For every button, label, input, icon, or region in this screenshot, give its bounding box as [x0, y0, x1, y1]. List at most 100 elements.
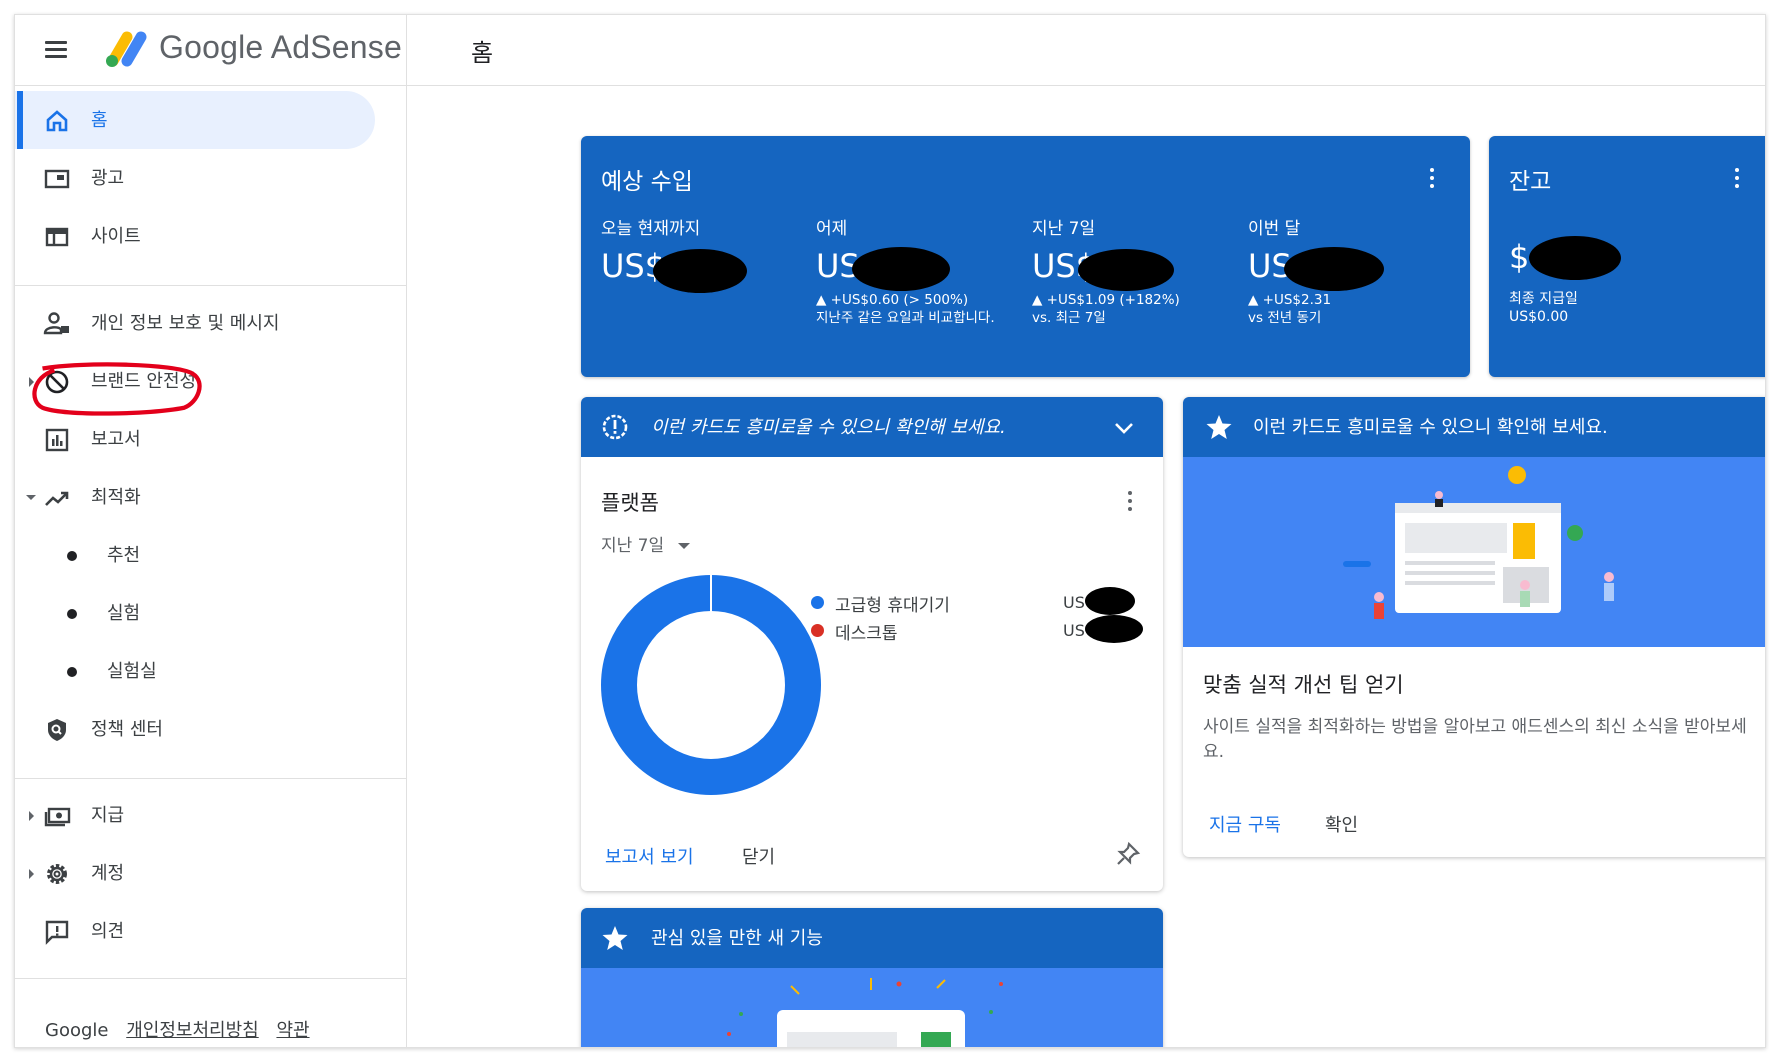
legend-desktop: 데스크톱: [811, 619, 898, 644]
sidebar-footer: Google 개인정보처리방침 약관: [45, 1016, 322, 1042]
platform-card-header-text: 이런 카드도 흥미로울 수 있으니 확인해 보세요.: [651, 417, 1006, 438]
date-range-dropdown[interactable]: 지난 7일: [601, 531, 690, 556]
legend-value-mobile: US: [1063, 587, 1135, 615]
pin-icon[interactable]: [1115, 841, 1141, 867]
platform-title: 플랫폼: [601, 491, 659, 515]
bullet-icon: [67, 609, 77, 619]
balance-value: $: [1509, 236, 1621, 280]
redaction-mark: [1085, 587, 1135, 615]
estimated-earnings-card: 예상 수입 오늘 현재까지 US$ 어제 US ▲ +US$0.60 (> 50…: [581, 136, 1470, 377]
more-vert-icon[interactable]: [1126, 491, 1134, 513]
metric-last-7-days: 지난 7일 US$ ▲ +US$1.09 (+182%) vs. 최근 7일: [1032, 214, 1232, 327]
sidebar-item-policy-center[interactable]: 정책 센터: [15, 700, 375, 758]
sidebar-item-brand-safety[interactable]: 브랜드 안전성: [15, 352, 375, 410]
tips-illustration: [1183, 457, 1765, 647]
platform-card-header[interactable]: 이런 카드도 흥미로울 수 있으니 확인해 보세요.: [581, 397, 1163, 457]
sidebar-item-home[interactable]: 홈: [15, 91, 375, 149]
brand-name: Google AdSense: [159, 29, 402, 65]
sidebar-item-reports[interactable]: 보고서: [15, 410, 375, 468]
sidebar-item-labs[interactable]: 실험실: [15, 642, 375, 700]
sidebar-item-optimization[interactable]: 최적화: [15, 468, 375, 526]
legend-label: 데스크톱: [835, 624, 898, 644]
tips-body: 사이트 실적을 최적화하는 방법을 알아보고 애드센스의 최신 소식을 받아보세…: [1203, 717, 1747, 762]
view-report-button[interactable]: 보고서 보기: [605, 843, 694, 869]
header-divider: [406, 15, 407, 86]
features-card-header: 관심 있을 만한 새 기능: [581, 908, 1163, 968]
block-icon: [45, 370, 69, 394]
sites-icon: [45, 227, 69, 247]
platform-donut-chart: [601, 575, 821, 795]
confirm-button[interactable]: 확인: [1325, 811, 1358, 837]
sidebar-item-experiments[interactable]: 실험: [15, 584, 375, 642]
sidebar-divider: [15, 778, 407, 779]
features-illustration: [581, 968, 1163, 1047]
legend-mobile: 고급형 휴대기기: [811, 591, 950, 616]
sidebar-item-account[interactable]: 계정: [15, 844, 375, 902]
sidebar-item-label: 최적화: [91, 487, 141, 508]
metric-label: 오늘 현재까지: [601, 219, 701, 239]
close-button[interactable]: 닫기: [742, 843, 775, 869]
balance-title: 잔고: [1509, 169, 1552, 195]
sidebar-divider: [15, 285, 407, 286]
sidebar-item-payments[interactable]: 지급: [15, 786, 375, 844]
privacy-policy-link[interactable]: 개인정보처리방침: [126, 1020, 258, 1041]
terms-link[interactable]: 약관: [276, 1020, 309, 1041]
legend-label: 고급형 휴대기기: [835, 596, 950, 616]
chevron-right-icon: [29, 869, 34, 879]
sidebar-item-label: 개인 정보 보호 및 메시지: [91, 313, 280, 334]
metric-value: US$: [1032, 247, 1232, 291]
chevron-down-icon: [26, 495, 36, 500]
redaction-mark: [852, 247, 950, 291]
metric-change: ▲ +US$2.31 vs 전년 동기: [1248, 292, 1332, 326]
sidebar-item-label: 사이트: [91, 226, 141, 247]
metric-value: US: [816, 247, 1016, 291]
subscribe-button[interactable]: 지금 구독: [1209, 811, 1281, 837]
trending-up-icon: [45, 491, 69, 506]
redaction-mark: [1529, 236, 1621, 280]
chevron-right-icon: [29, 377, 34, 387]
info-alert-icon: [602, 414, 628, 440]
more-vert-icon[interactable]: [1733, 168, 1741, 190]
sidebar-item-privacy[interactable]: 개인 정보 보호 및 메시지: [15, 294, 375, 352]
redaction-mark: [653, 249, 747, 293]
new-features-card: 관심 있을 만한 새 기능: [581, 908, 1163, 1047]
reports-icon: [45, 428, 69, 452]
metric-change: ▲ +US$0.60 (> 500%) 지난주 같은 요일과 비교합니다.: [816, 292, 995, 326]
bullet-icon: [67, 551, 77, 561]
platform-card: 이런 카드도 흥미로울 수 있으니 확인해 보세요. 플랫폼 지난 7일 고급형…: [581, 397, 1163, 891]
performance-tips-card: 이런 카드도 흥미로울 수 있으니 확인해 보세요. 맞춤 실적 개선 팁 얻기…: [1183, 397, 1765, 857]
payments-icon: [44, 807, 71, 827]
metric-this-month: 이번 달 US ▲ +US$2.31 vs 전년 동기: [1248, 214, 1448, 327]
privacy-icon: [43, 312, 69, 335]
sidebar-item-label: 추천: [107, 545, 141, 566]
tips-title: 맞춤 실적 개선 팁 얻기: [1203, 673, 1404, 697]
metric-value: US: [1248, 247, 1448, 291]
sidebar-item-label: 실험실: [107, 661, 157, 682]
star-icon: [602, 926, 628, 950]
more-vert-icon[interactable]: [1428, 168, 1436, 190]
sidebar: 홈 광고 사이트 개인 정보 보호 및 메시지 브랜드 안전성 보고서 최적화: [15, 86, 407, 1047]
sidebar-item-feedback[interactable]: 의견: [15, 902, 375, 960]
sidebar-item-recommendations[interactable]: 추천: [15, 526, 375, 584]
sidebar-item-label: 실험: [107, 603, 141, 624]
legend-dot: [811, 624, 824, 637]
adsense-logo-icon: [106, 31, 147, 67]
metric-value: US$: [601, 247, 801, 293]
tips-card-header-text: 이런 카드도 흥미로울 수 있으니 확인해 보세요.: [1253, 417, 1608, 438]
menu-icon[interactable]: [45, 37, 69, 61]
chevron-down-icon[interactable]: [1113, 417, 1135, 439]
gear-icon: [47, 864, 67, 884]
sidebar-item-label: 계정: [91, 863, 125, 884]
policy-shield-icon: [48, 719, 66, 741]
tips-card-header: 이런 카드도 흥미로울 수 있으니 확인해 보세요.: [1183, 397, 1765, 457]
earnings-title: 예상 수입: [601, 169, 693, 195]
adsense-window: Google AdSense 홈 홈 광고 사이트 개인 정보 보호 및 메시지…: [14, 14, 1766, 1048]
sidebar-item-sites[interactable]: 사이트: [15, 207, 375, 265]
sidebar-item-label: 광고: [91, 168, 125, 189]
redaction-mark: [1284, 247, 1384, 291]
sidebar-item-ads[interactable]: 광고: [15, 149, 375, 207]
metric-label: 이번 달: [1248, 219, 1301, 239]
date-range-value: 지난 7일: [601, 536, 665, 556]
google-footer-text: Google: [45, 1020, 109, 1041]
sidebar-item-label: 보고서: [91, 429, 141, 450]
